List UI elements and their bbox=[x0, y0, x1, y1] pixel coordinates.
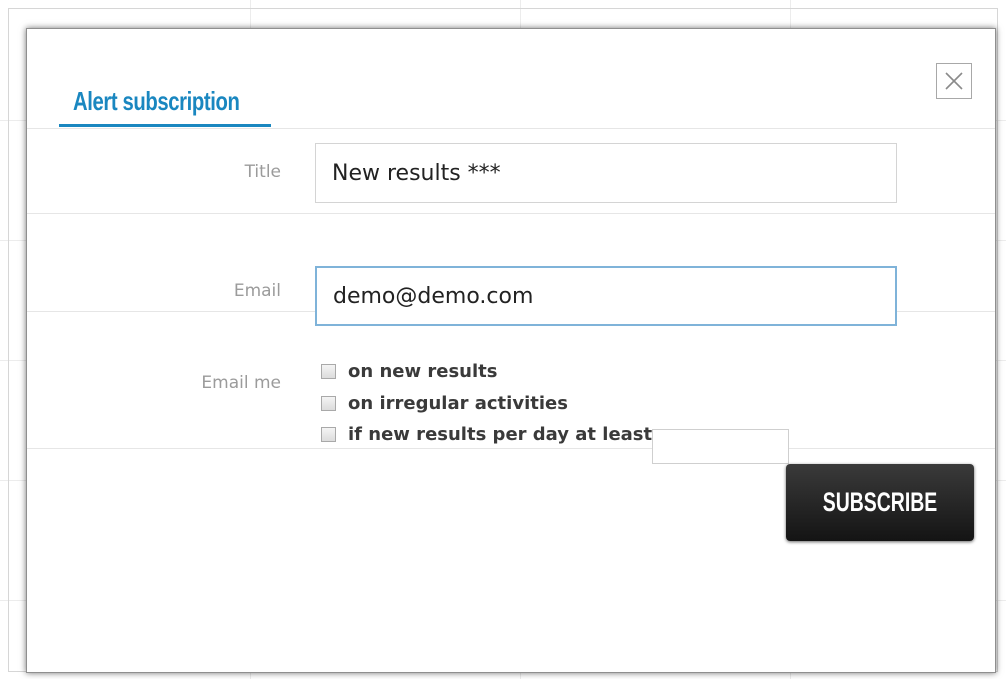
alert-subscription-dialog: Alert subscription Title Email Email me … bbox=[26, 28, 996, 673]
checkbox-per-day-threshold[interactable] bbox=[321, 427, 336, 442]
dialog-header: Alert subscription bbox=[27, 29, 995, 129]
title-input[interactable] bbox=[315, 143, 897, 203]
option-label: if new results per day at least bbox=[348, 424, 653, 445]
title-row: Title bbox=[27, 129, 995, 214]
per-day-count-input[interactable] bbox=[652, 429, 789, 464]
email-me-label: Email me bbox=[201, 373, 281, 393]
subscribe-button[interactable]: SUBSCRIBE bbox=[786, 464, 974, 541]
title-label: Title bbox=[244, 162, 281, 182]
email-me-row: Email me on new results on irregular act… bbox=[27, 312, 995, 464]
checkbox-irregular-activities[interactable] bbox=[321, 396, 336, 411]
option-irregular-activities: on irregular activities bbox=[321, 393, 568, 414]
dialog-title: Alert subscription bbox=[73, 86, 240, 116]
dialog-title-underline bbox=[59, 124, 271, 127]
close-button[interactable] bbox=[936, 63, 972, 99]
email-row: Email bbox=[27, 214, 995, 326]
option-label: on irregular activities bbox=[348, 393, 568, 414]
option-label: on new results bbox=[348, 361, 498, 382]
option-new-results: on new results bbox=[321, 361, 497, 382]
subscribe-button-label: SUBSCRIBE bbox=[822, 487, 938, 517]
checkbox-new-results[interactable] bbox=[321, 364, 336, 379]
email-label: Email bbox=[233, 281, 281, 301]
close-icon bbox=[945, 72, 963, 90]
option-per-day-threshold: if new results per day at least bbox=[321, 424, 652, 445]
